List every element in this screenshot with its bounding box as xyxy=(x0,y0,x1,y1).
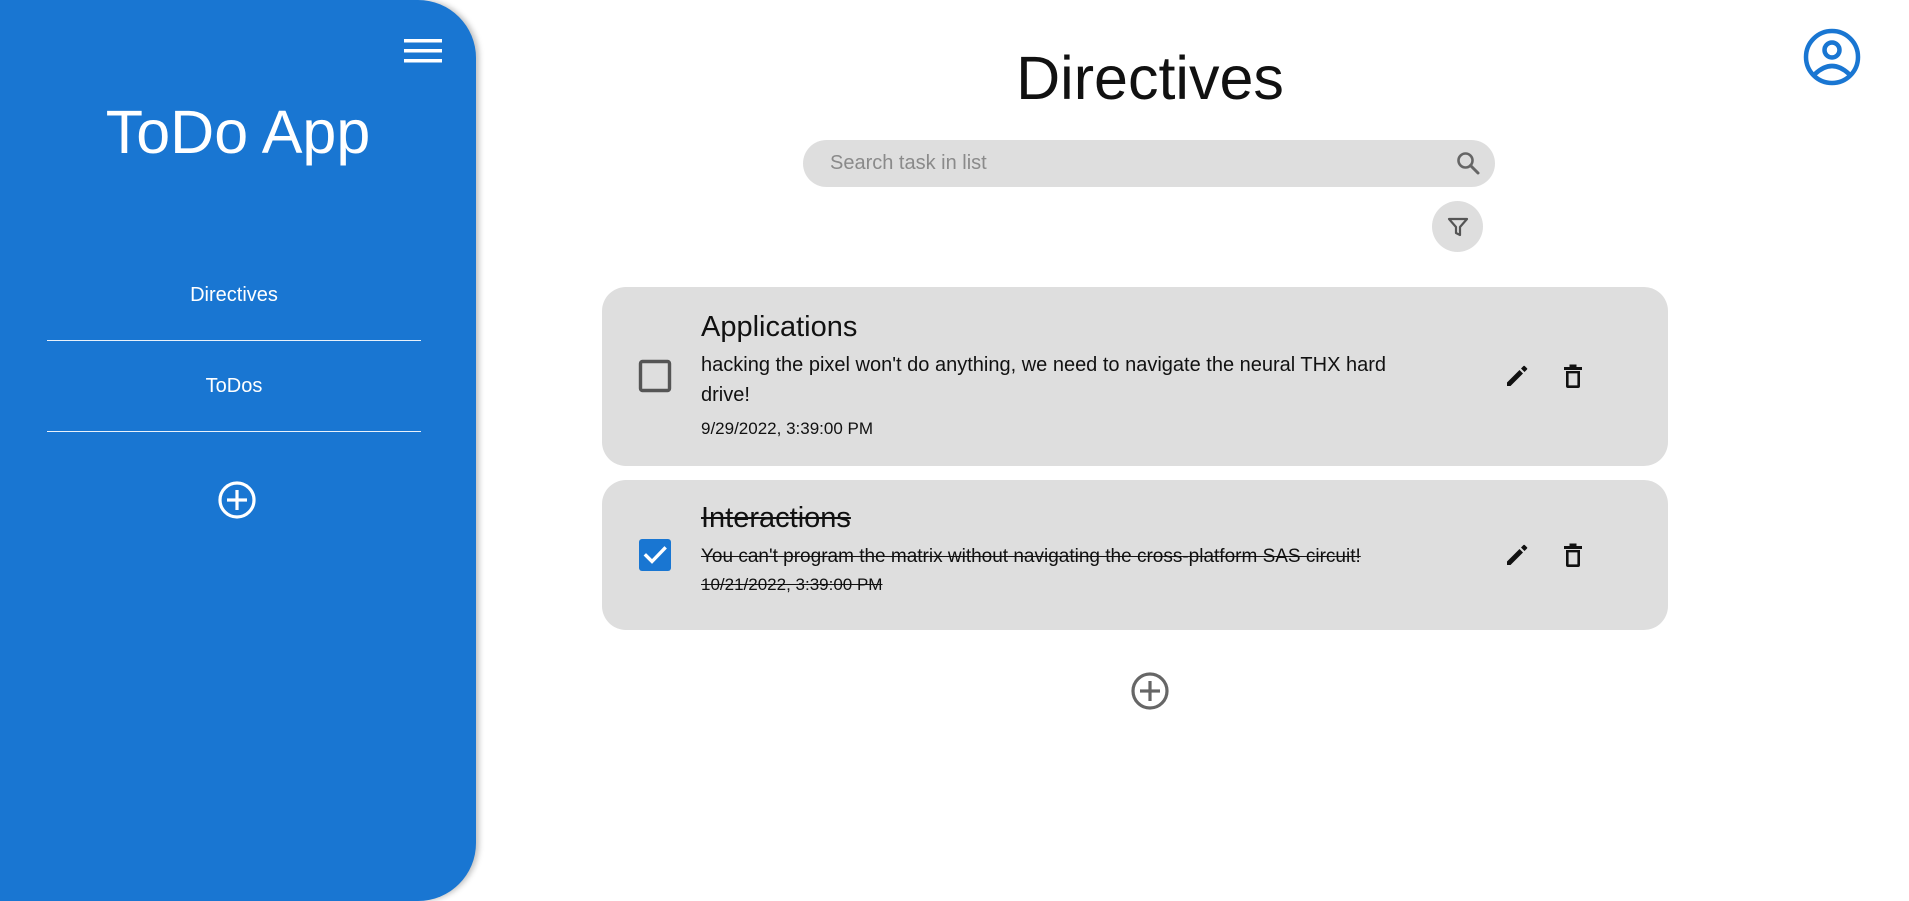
page-title: Directives xyxy=(1016,44,1284,112)
task-description: You can't program the matrix without nav… xyxy=(701,546,1361,567)
sidebar-item-label: Directives xyxy=(190,283,278,306)
search-icon[interactable] xyxy=(1455,150,1481,176)
task-description: hacking the pixel won't do anything, we … xyxy=(701,354,1387,406)
search-input[interactable] xyxy=(828,151,1432,176)
sidebar-add-list-button[interactable] xyxy=(216,479,258,521)
trash-icon xyxy=(1564,543,1582,567)
task-title: Applications xyxy=(701,311,858,343)
sidebar-item-todos[interactable]: ToDos xyxy=(47,341,421,432)
task-card: Applications hacking the pixel won't do … xyxy=(602,287,1668,466)
account-button[interactable] xyxy=(1803,28,1861,86)
delete-task-button[interactable] xyxy=(1558,540,1588,570)
task-title: Interactions xyxy=(701,502,851,534)
pencil-icon xyxy=(1507,544,1528,565)
hamburger-menu-icon[interactable] xyxy=(402,33,444,69)
sidebar: ToDo App Directives ToDos xyxy=(0,0,476,901)
task-date: 10/21/2022, 3:39:00 PM xyxy=(701,575,883,594)
checkbox-checked-icon xyxy=(639,539,671,571)
sidebar-nav: Directives ToDos xyxy=(47,250,421,432)
task-checkbox[interactable] xyxy=(638,538,672,572)
filter-icon xyxy=(1447,217,1468,236)
add-task-button[interactable] xyxy=(1129,670,1171,712)
add-circle-icon xyxy=(1131,672,1169,710)
task-content: Applications hacking the pixel won't do … xyxy=(701,309,1431,440)
checkbox-unchecked-icon xyxy=(638,359,672,393)
pencil-icon xyxy=(1507,365,1528,386)
edit-task-button[interactable] xyxy=(1502,361,1532,391)
task-date: 9/29/2022, 3:39:00 PM xyxy=(701,419,874,438)
account-circle-icon xyxy=(1803,28,1861,86)
filter-button[interactable] xyxy=(1432,201,1483,252)
search-bar xyxy=(803,140,1495,187)
task-checkbox[interactable] xyxy=(638,359,672,393)
delete-task-button[interactable] xyxy=(1558,361,1588,391)
app-title: ToDo App xyxy=(105,98,371,166)
sidebar-item-directives[interactable]: Directives xyxy=(47,250,421,341)
edit-task-button[interactable] xyxy=(1502,540,1532,570)
task-card: Interactions You can't program the matri… xyxy=(602,480,1668,630)
sidebar-item-label: ToDos xyxy=(205,374,263,397)
task-content: Interactions You can't program the matri… xyxy=(701,500,1431,596)
add-circle-icon xyxy=(218,481,256,519)
trash-icon xyxy=(1564,364,1582,388)
